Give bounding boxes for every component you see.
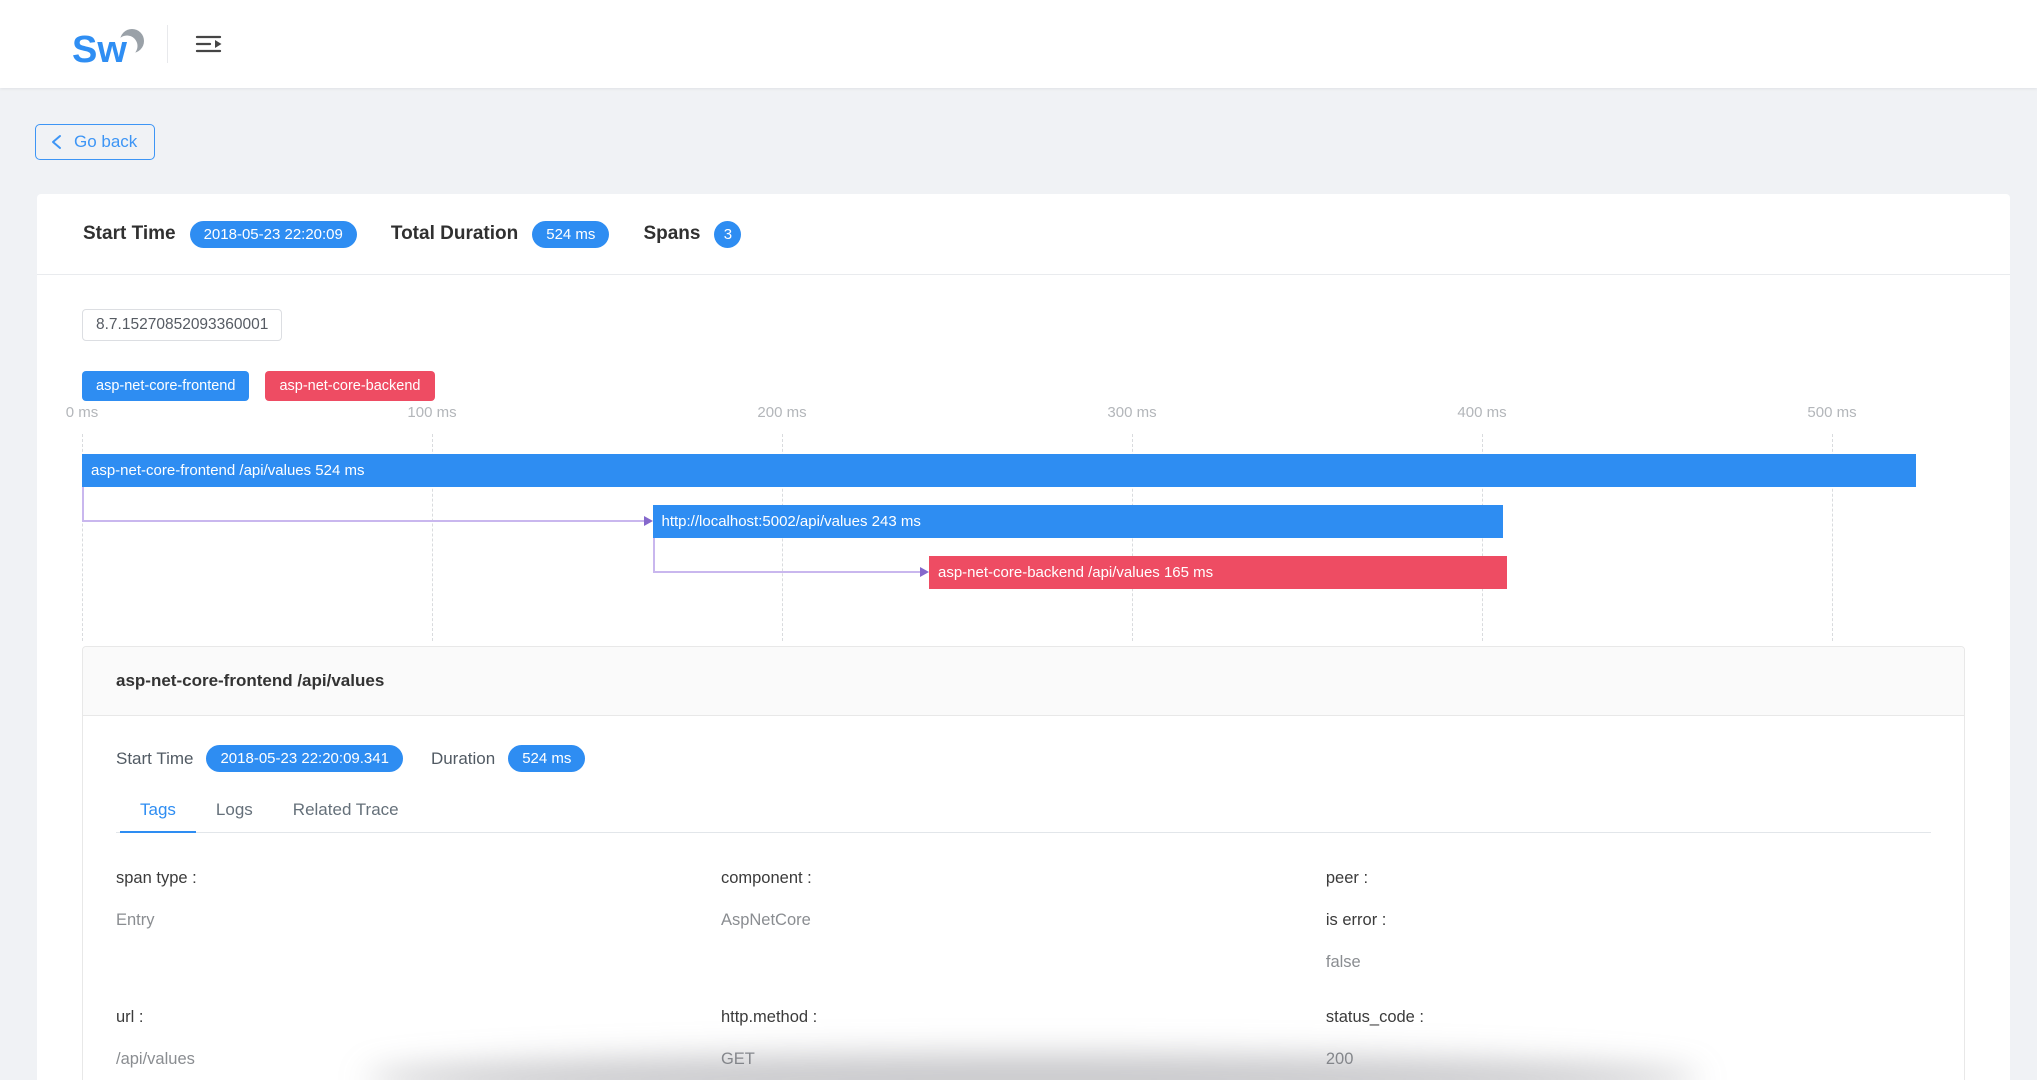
tags-column: span type :Entry url :/api/values bbox=[116, 869, 721, 1080]
tags-row-spacer bbox=[721, 995, 1306, 1008]
tags-grid: span type :Entry url :/api/values componen… bbox=[116, 869, 1931, 1080]
tag-label: peer : bbox=[1326, 869, 1911, 911]
tag-value: /api/values bbox=[116, 1050, 701, 1080]
total-duration-label: Total Duration bbox=[391, 223, 518, 245]
start-time-value-pill: 2018-05-23 22:20:09 bbox=[190, 221, 357, 248]
tag-value: 200 bbox=[1326, 1050, 1911, 1080]
axis-tick-label: 400 ms bbox=[1457, 404, 1506, 421]
start-time-label: Start Time bbox=[83, 223, 176, 245]
connector-horizontal-line bbox=[82, 520, 644, 522]
go-back-button[interactable]: Go back bbox=[35, 124, 155, 160]
tag-label: url : bbox=[116, 1008, 701, 1050]
tag-label: http.method : bbox=[721, 1008, 1306, 1050]
span-bar[interactable]: http://localhost:5002/api/values 243 ms bbox=[653, 505, 1504, 538]
span-detail-body: Start Time 2018-05-23 22:20:09.341 Durat… bbox=[83, 745, 1964, 1080]
span-start-time: Start Time 2018-05-23 22:20:09.341 bbox=[116, 745, 403, 772]
span-start-time-pill: 2018-05-23 22:20:09.341 bbox=[206, 745, 402, 772]
summary-spans: Spans 3 bbox=[643, 221, 741, 248]
connector-arrow-icon bbox=[920, 567, 929, 577]
detail-tabs: TagsLogsRelated Trace bbox=[116, 788, 1931, 833]
span-time-row: Start Time 2018-05-23 22:20:09.341 Durat… bbox=[116, 745, 1931, 772]
tags-row-spacer bbox=[1326, 995, 1911, 1008]
top-bar: Sw bbox=[0, 0, 2037, 88]
logo-text: Sw bbox=[72, 29, 127, 71]
tag-value bbox=[721, 953, 1306, 995]
axis-tick-label: 200 ms bbox=[757, 404, 806, 421]
tag-value: GET bbox=[721, 1050, 1306, 1080]
connector-horizontal-line bbox=[653, 571, 921, 573]
tab-logs[interactable]: Logs bbox=[196, 788, 273, 832]
service-legend: asp-net-core-frontend asp-net-core-backen… bbox=[82, 371, 1965, 401]
connector-vertical-line bbox=[82, 487, 84, 521]
tag-label: span type : bbox=[116, 869, 701, 911]
axis-tick-label: 0 ms bbox=[66, 404, 99, 421]
span-duration: Duration 524 ms bbox=[431, 745, 585, 772]
axis-tick-label: 300 ms bbox=[1107, 404, 1156, 421]
topbar-divider bbox=[167, 25, 168, 63]
tag-value: false bbox=[1326, 953, 1911, 995]
tag-label: is error : bbox=[1326, 911, 1911, 953]
span-start-time-label: Start Time bbox=[116, 749, 193, 769]
span-duration-pill: 524 ms bbox=[508, 745, 585, 772]
service-tag-asp-net-core-backend: asp-net-core-backend bbox=[265, 371, 434, 401]
trace-summary-row: Start Time 2018-05-23 22:20:09 Total Dur… bbox=[37, 194, 2010, 275]
spans-count-badge: 3 bbox=[714, 221, 741, 248]
tag-value: AspNetCore bbox=[721, 911, 1306, 953]
trace-id-chip: 8.7.15270852093360001 bbox=[82, 309, 282, 341]
span-bar[interactable]: asp-net-core-backend /api/values 165 ms bbox=[929, 556, 1507, 589]
span-detail-panel: asp-net-core-frontend /api/values Start … bbox=[82, 646, 1965, 1080]
chevron-left-icon bbox=[50, 134, 63, 150]
trace-card: Start Time 2018-05-23 22:20:09 Total Dur… bbox=[37, 194, 2010, 1080]
tag-label: status_code : bbox=[1326, 1008, 1911, 1050]
timeline-chart: 0 ms100 ms200 ms300 ms400 ms500 msasp-ne… bbox=[82, 404, 1937, 641]
skywalking-logo-icon: Sw bbox=[37, 14, 149, 74]
tag-value: Entry bbox=[116, 911, 701, 953]
service-tag-asp-net-core-frontend: asp-net-core-frontend bbox=[82, 371, 249, 401]
span-detail-title: asp-net-core-frontend /api/values bbox=[83, 647, 1964, 716]
summary-total-duration: Total Duration 524 ms bbox=[391, 221, 610, 248]
tab-tags[interactable]: Tags bbox=[120, 788, 196, 832]
connector-arrow-icon bbox=[644, 516, 653, 526]
tag-value bbox=[116, 953, 701, 995]
spans-label: Spans bbox=[643, 223, 700, 245]
tab-related-trace[interactable]: Related Trace bbox=[273, 788, 419, 832]
axis-tick-label: 500 ms bbox=[1807, 404, 1856, 421]
axis-tick-label: 100 ms bbox=[407, 404, 456, 421]
tags-column: component :AspNetCore http.method :GET bbox=[721, 869, 1326, 1080]
summary-start-time: Start Time 2018-05-23 22:20:09 bbox=[83, 221, 357, 248]
tags-column: peer :is error :false status_code :200 bbox=[1326, 869, 1931, 1080]
tag-label: component : bbox=[721, 869, 1306, 911]
total-duration-value-pill: 524 ms bbox=[532, 221, 609, 248]
page: { "header": { "logo_text": "Sw" }, "go_b… bbox=[0, 0, 2037, 1080]
skywalking-logo: Sw bbox=[37, 14, 149, 74]
tags-row-spacer bbox=[116, 995, 701, 1008]
span-duration-label: Duration bbox=[431, 749, 495, 769]
trace-card-body: 8.7.15270852093360001 asp-net-core-front… bbox=[37, 275, 2010, 1080]
menu-unfold-icon[interactable] bbox=[194, 31, 224, 57]
connector-vertical-line bbox=[653, 538, 655, 572]
go-back-label: Go back bbox=[74, 132, 137, 152]
span-bar[interactable]: asp-net-core-frontend /api/values 524 ms bbox=[82, 454, 1916, 487]
